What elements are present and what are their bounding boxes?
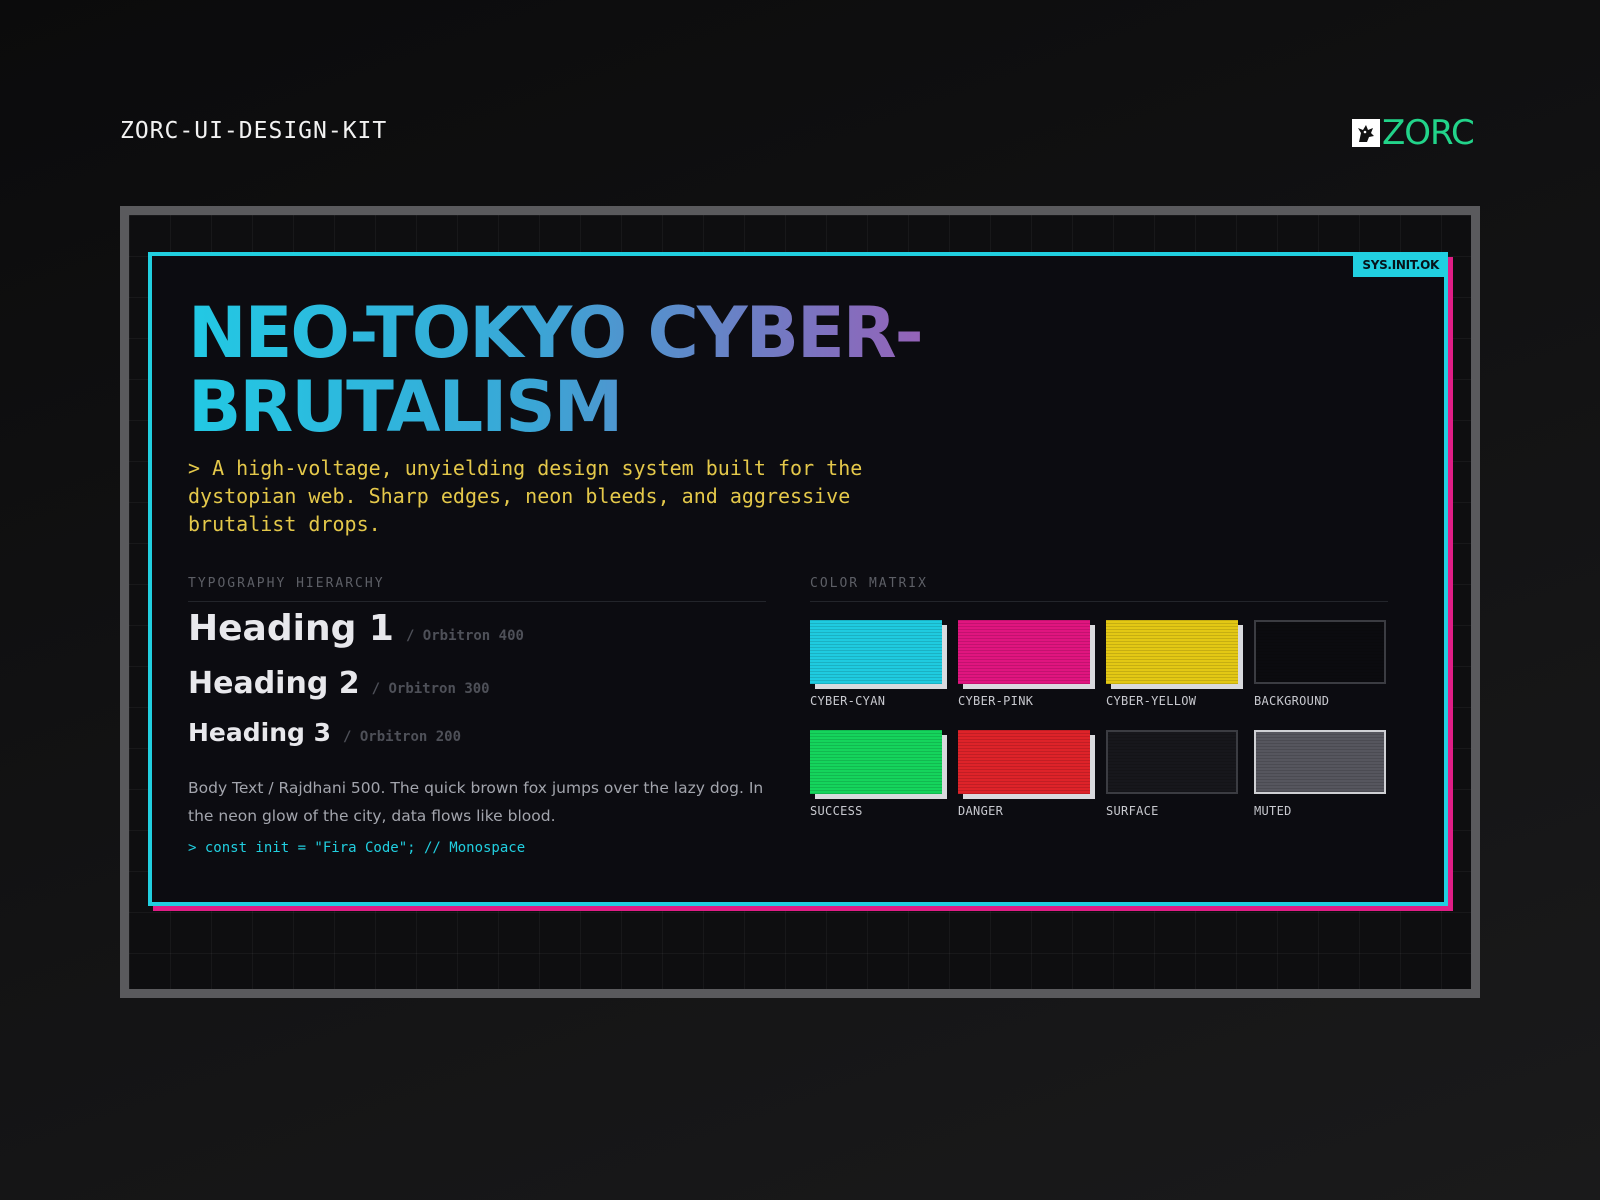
swatch-background[interactable]: BACKGROUND [1254,620,1386,708]
swatch-color [1254,730,1386,794]
code-sample: > const init = "Fira Code"; // Monospace [188,840,526,856]
swatch-color [1106,620,1238,684]
heading-1-sample: Heading 1 / Orbitron 400 [188,608,524,649]
typography-section-label: TYPOGRAPHY HIERARCHY [188,576,766,602]
swatch-label: MUTED [1254,804,1292,818]
swatch-color [958,620,1090,684]
heading-1-meta: / Orbitron 400 [405,628,524,644]
kit-title: ZORC-UI-DESIGN-KIT [120,118,388,144]
swatch-cyber-cyan[interactable]: CYBER-CYAN [810,620,942,708]
heading-2-meta: / Orbitron 300 [371,681,490,697]
heading-2-sample: Heading 2 / Orbitron 300 [188,666,490,701]
body-text-sample: Body Text / Rajdhani 500. The quick brow… [188,779,764,825]
hero-title-line-1: NEO-TOKYO CYBER- [188,292,922,374]
swatch-label: SUCCESS [810,804,863,818]
color-matrix: CYBER-CYAN CYBER-PINK CYBER-YELLOW BACKG… [810,620,1388,818]
heading-3-text: Heading 3 [188,718,332,747]
swatch-cyber-pink[interactable]: CYBER-PINK [958,620,1090,708]
swatch-danger[interactable]: DANGER [958,730,1090,818]
heading-3-meta: / Orbitron 200 [343,729,462,745]
heading-2-text: Heading 2 [188,666,360,701]
wolf-logo-icon [1352,119,1380,147]
status-badge: SYS.INIT.OK [1353,252,1448,277]
swatch-cyber-yellow[interactable]: CYBER-YELLOW [1106,620,1238,708]
hero-title-line-2: BRUTALISM [188,366,622,448]
swatch-color [810,620,942,684]
swatch-color [958,730,1090,794]
swatch-label: CYBER-PINK [958,694,1034,708]
swatch-label: CYBER-YELLOW [1106,694,1197,708]
swatch-color [1254,620,1386,684]
swatch-label: DANGER [958,804,1004,818]
hero-title: NEO-TOKYO CYBER- BRUTALISM [188,296,1048,444]
swatch-success[interactable]: SUCCESS [810,730,942,818]
brand-name: ZORC [1382,113,1475,153]
design-system-card: SYS.INIT.OK NEO-TOKYO CYBER- BRUTALISM >… [148,252,1448,906]
swatch-color [810,730,942,794]
brand-logo[interactable]: ZORC [1352,113,1475,153]
swatch-color [1106,730,1238,794]
hero-description: > A high-voltage, unyielding design syst… [188,456,863,536]
heading-3-sample: Heading 3 / Orbitron 200 [188,718,461,747]
swatch-label: SURFACE [1106,804,1159,818]
swatch-label: BACKGROUND [1254,694,1330,708]
heading-1-text: Heading 1 [188,608,394,649]
swatch-surface[interactable]: SURFACE [1106,730,1238,818]
swatch-label: CYBER-CYAN [810,694,886,708]
swatch-muted[interactable]: MUTED [1254,730,1386,818]
color-section-label: COLOR MATRIX [810,576,1388,602]
